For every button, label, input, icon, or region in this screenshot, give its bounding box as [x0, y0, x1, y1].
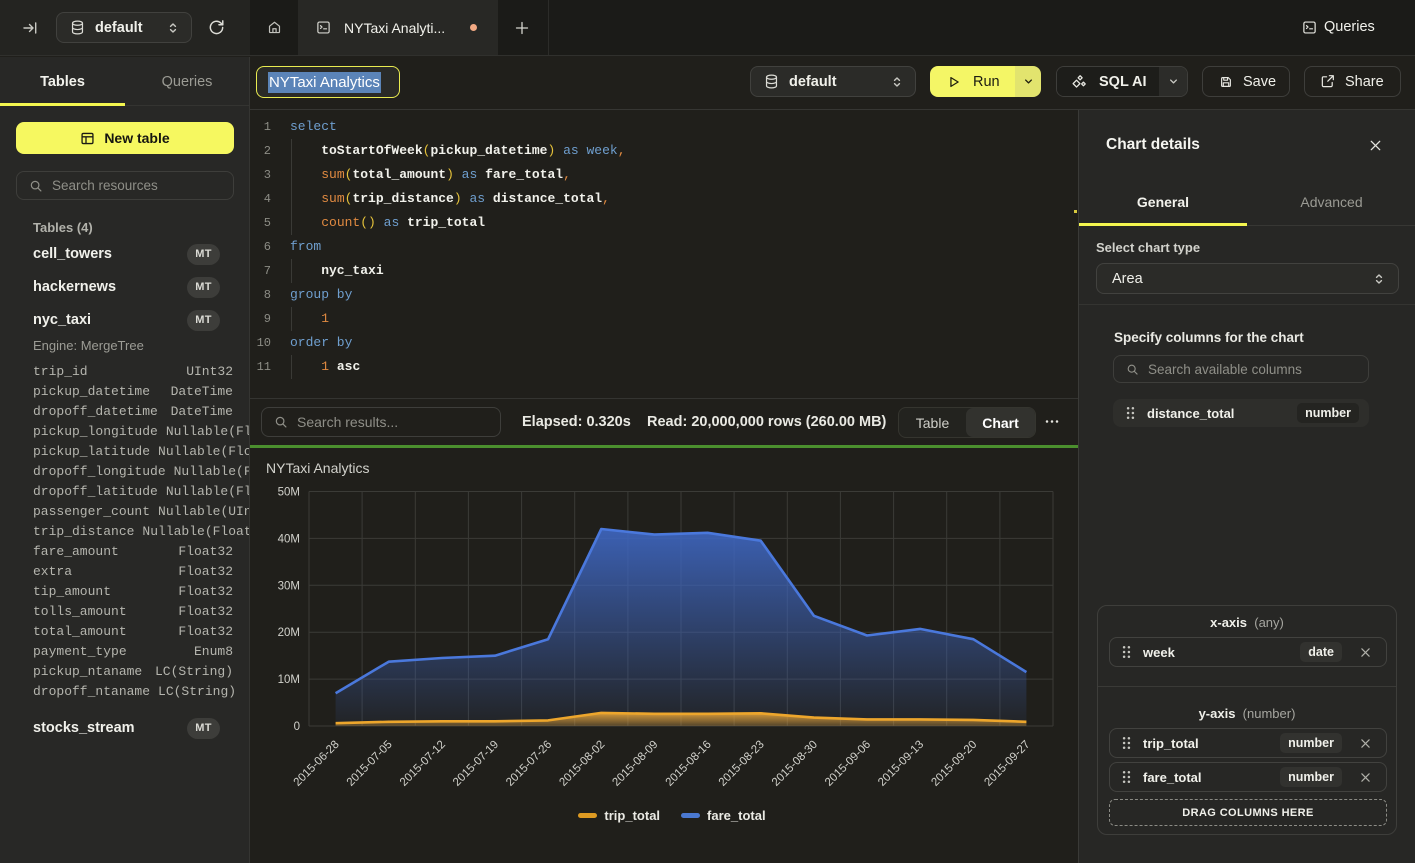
svg-text:2015-09-06: 2015-09-06 [823, 739, 873, 789]
svg-text:2015-08-02: 2015-08-02 [557, 739, 607, 789]
svg-text:2015-08-30: 2015-08-30 [770, 739, 820, 789]
svg-text:40M: 40M [278, 533, 300, 545]
svg-text:30M: 30M [278, 580, 300, 592]
svg-text:20M: 20M [278, 627, 300, 639]
svg-text:2015-07-26: 2015-07-26 [504, 739, 554, 789]
svg-text:0: 0 [294, 721, 300, 733]
svg-text:2015-09-20: 2015-09-20 [929, 739, 979, 789]
svg-text:2015-08-23: 2015-08-23 [717, 739, 767, 789]
svg-text:2015-08-09: 2015-08-09 [610, 739, 660, 789]
svg-text:2015-08-16: 2015-08-16 [664, 739, 714, 789]
svg-text:2015-09-13: 2015-09-13 [876, 739, 926, 789]
svg-text:2015-09-27: 2015-09-27 [982, 739, 1032, 789]
svg-text:2015-07-05: 2015-07-05 [345, 739, 395, 789]
svg-text:2015-06-28: 2015-06-28 [292, 739, 342, 789]
svg-text:50M: 50M [278, 487, 300, 499]
svg-text:10M: 10M [278, 674, 300, 686]
svg-text:2015-07-12: 2015-07-12 [398, 739, 448, 789]
svg-text:2015-07-19: 2015-07-19 [451, 739, 501, 789]
